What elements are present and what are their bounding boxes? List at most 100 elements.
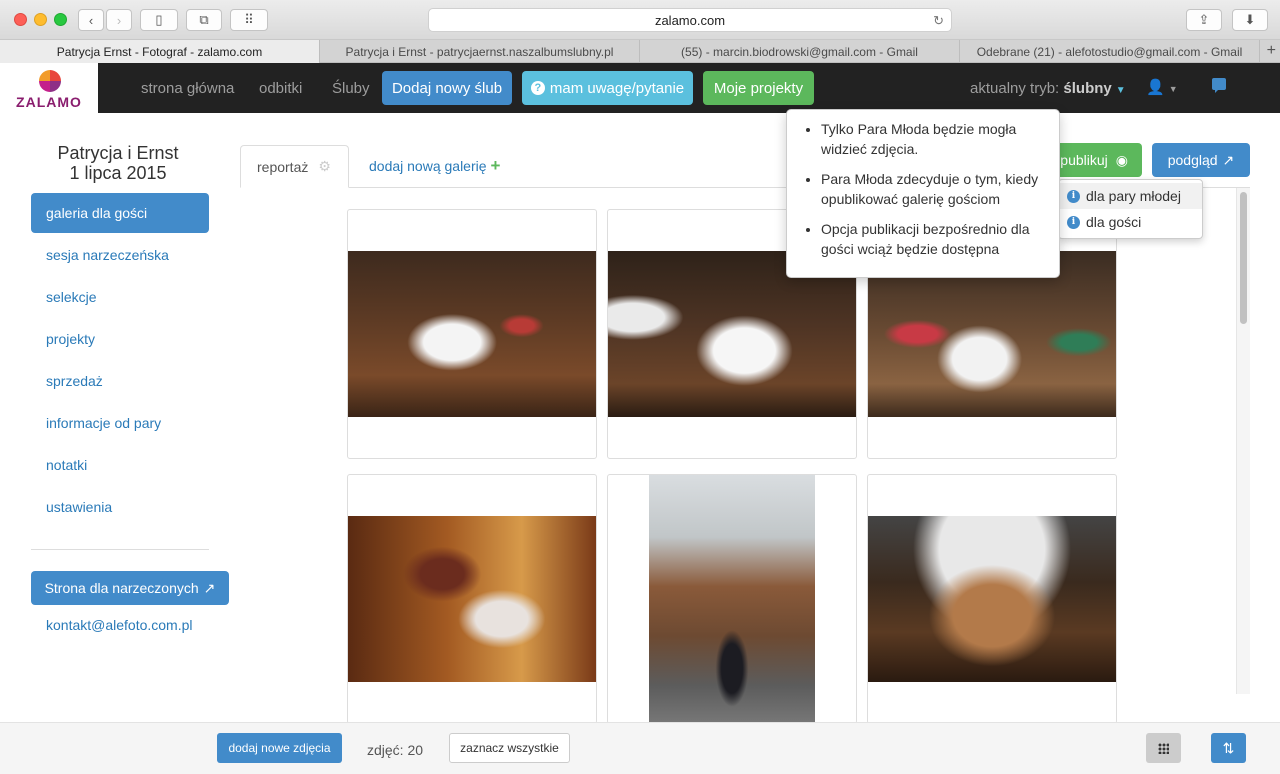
sidebar-item-notes[interactable]: notatki (31, 445, 209, 485)
grid-icon: ⠿ (244, 12, 254, 27)
caret-down-icon: ▼ (1115, 85, 1126, 96)
couple-name: Patrycja i Ernst (57, 143, 179, 163)
sidebar-item-settings[interactable]: ustawienia (31, 487, 209, 527)
my-projects-button[interactable]: Moje projekty (703, 71, 814, 105)
mode-label: aktualny tryb: (970, 80, 1060, 97)
back-button[interactable]: ‹ (78, 9, 104, 31)
publish-for-couple-item[interactable]: i dla pary młodej (1059, 183, 1202, 209)
top-sites-button[interactable]: ⠿ (230, 9, 268, 31)
popover-text: Opcja publikacji bezpośrednio dla gości … (821, 219, 1045, 259)
publish-option-label: dla gości (1086, 214, 1142, 230)
sidebar-item-selections[interactable]: selekcje (31, 277, 209, 317)
gear-icon[interactable]: ⚙ (318, 158, 331, 175)
sidebar-item-sales[interactable]: sprzedaż (31, 361, 209, 401)
url-text: zalamo.com (654, 12, 726, 28)
photo-card[interactable] (867, 474, 1117, 724)
browser-tab[interactable]: Patrycja i Ernst - patrycjaernst.naszalb… (320, 40, 640, 63)
wedding-photo (348, 516, 596, 682)
nav-prints-link[interactable]: odbitki (259, 80, 302, 97)
zoom-window-button[interactable] (54, 13, 67, 26)
couple-page-button[interactable]: Strona dla narzeczonych ↗ (31, 571, 229, 605)
browser-tabstrip: Patrycja Ernst - Fotograf - zalamo.com P… (0, 40, 1280, 63)
photo-card[interactable] (347, 474, 597, 724)
photo-card[interactable] (347, 209, 597, 459)
browser-titlebar: ‹ › ▯ ⧉ ⠿ zalamo.com ↻ ⇪ ⬇ (0, 0, 1280, 40)
share-icon: ⇪ (1198, 12, 1210, 27)
close-window-button[interactable] (14, 13, 27, 26)
question-icon: ? (530, 81, 545, 95)
contact-email-link[interactable]: kontakt@alefoto.com.pl (46, 617, 193, 633)
browser-tab[interactable]: Odebrane (21) - alefotostudio@gmail.com … (960, 40, 1260, 63)
feedback-label: mam uwagę/pytanie (549, 79, 685, 97)
chevron-right-icon: › (116, 12, 122, 28)
external-link-icon: ↗ (1222, 151, 1235, 168)
publish-dropdown: i dla pary młodej i dla gości (1058, 179, 1203, 239)
sort-button[interactable]: ⇅ (1211, 733, 1246, 763)
couple-page-label: Strona dla narzeczonych (44, 580, 199, 596)
plus-icon: + (490, 156, 501, 175)
nav-weddings-link[interactable]: Śluby (332, 80, 370, 97)
info-icon: i (1067, 215, 1080, 229)
address-bar[interactable]: zalamo.com ↻ (428, 8, 952, 32)
sidebar-item-guest-gallery[interactable]: galeria dla gości (31, 193, 209, 233)
publish-option-label: dla pary młodej (1086, 188, 1181, 204)
wedding-date: 1 lipca 2015 (69, 163, 167, 183)
publish-info-popover: Tylko Para Młoda będzie mogła widzieć zd… (786, 109, 1060, 278)
popover-text: Para Młoda zdecyduje o tym, kiedy opubli… (821, 169, 1045, 209)
sidebar-item-projects[interactable]: projekty (31, 319, 209, 359)
nav-home-link[interactable]: strona główna (141, 80, 234, 97)
sidebar-item-couple-info[interactable]: informacje od pary (31, 403, 209, 443)
publish-label: publikuj (1060, 152, 1108, 168)
globe-icon: ◉ (1115, 151, 1128, 168)
grid-icon (1158, 742, 1169, 754)
logo-text: ZALAMO (16, 94, 82, 110)
popover-text: Tylko Para Młoda będzie mogła widzieć zd… (821, 119, 1045, 159)
photo-count: zdjęć: 20 (367, 742, 424, 758)
new-tab-icon[interactable]: + (1267, 42, 1276, 60)
chat-icon[interactable] (1212, 78, 1226, 93)
logo-icon (39, 70, 61, 92)
wedding-photo (868, 516, 1116, 682)
tab-overview-button[interactable]: ⧉ (186, 9, 222, 31)
preview-button[interactable]: podgląd ↗ (1152, 143, 1250, 177)
couple-heading: Patrycja i Ernst 1 lipca 2015 (30, 143, 206, 183)
wedding-photo (348, 251, 596, 417)
chevron-left-icon: ‹ (88, 12, 94, 28)
grid-view-button[interactable] (1146, 733, 1181, 763)
info-icon: i (1067, 189, 1080, 203)
photo-card[interactable] (607, 474, 857, 724)
zalamo-logo[interactable]: ZALAMO (0, 63, 98, 113)
gallery-scrollbar[interactable] (1236, 188, 1250, 694)
add-gallery-link[interactable]: dodaj nową galerię + (369, 156, 500, 176)
mode-switcher[interactable]: aktualny tryb: ślubny ▼ (970, 80, 1126, 97)
download-icon: ⬇ (1244, 12, 1256, 27)
user-menu-icon[interactable]: 👤 ▼ (1146, 78, 1178, 96)
add-gallery-label: dodaj nową galerię (369, 158, 487, 174)
tab-reportaz[interactable]: reportaż ⚙ (240, 145, 349, 188)
wedding-photo (649, 475, 815, 723)
forward-button[interactable]: › (106, 9, 132, 31)
scrollbar-thumb[interactable] (1240, 192, 1247, 324)
external-link-icon: ↗ (203, 579, 216, 596)
sidebar-icon: ▯ (155, 12, 163, 27)
app-navbar: ZALAMO strona główna odbitki Śluby Dodaj… (0, 63, 1280, 113)
share-button[interactable]: ⇪ (1186, 9, 1222, 31)
select-all-button[interactable]: zaznacz wszystkie (449, 733, 570, 763)
publish-for-guests-item[interactable]: i dla gości (1059, 209, 1202, 235)
reload-icon[interactable]: ↻ (933, 13, 944, 29)
tabs-icon: ⧉ (199, 12, 209, 27)
feedback-button[interactable]: ? mam uwagę/pytanie (522, 71, 693, 105)
add-photos-button[interactable]: dodaj nowe zdjęcia (217, 733, 342, 763)
preview-label: podgląd (1167, 152, 1218, 168)
sidebar-item-engagement-session[interactable]: sesja narzeczeńska (31, 235, 209, 275)
browser-tab[interactable]: (55) - marcin.biodrowski@gmail.com - Gma… (640, 40, 960, 63)
gallery-footer: dodaj nowe zdjęcia zdjęć: 20 zaznacz wsz… (0, 722, 1280, 774)
sidebar-divider (31, 549, 209, 550)
downloads-button[interactable]: ⬇ (1232, 9, 1268, 31)
minimize-window-button[interactable] (34, 13, 47, 26)
browser-tab[interactable]: Patrycja Ernst - Fotograf - zalamo.com (0, 40, 320, 63)
gallery-tab-label: reportaż (257, 158, 309, 175)
sidebar-toggle-button[interactable]: ▯ (140, 9, 178, 31)
add-wedding-button[interactable]: Dodaj nowy ślub (382, 71, 512, 105)
mode-value: ślubny (1063, 80, 1112, 97)
